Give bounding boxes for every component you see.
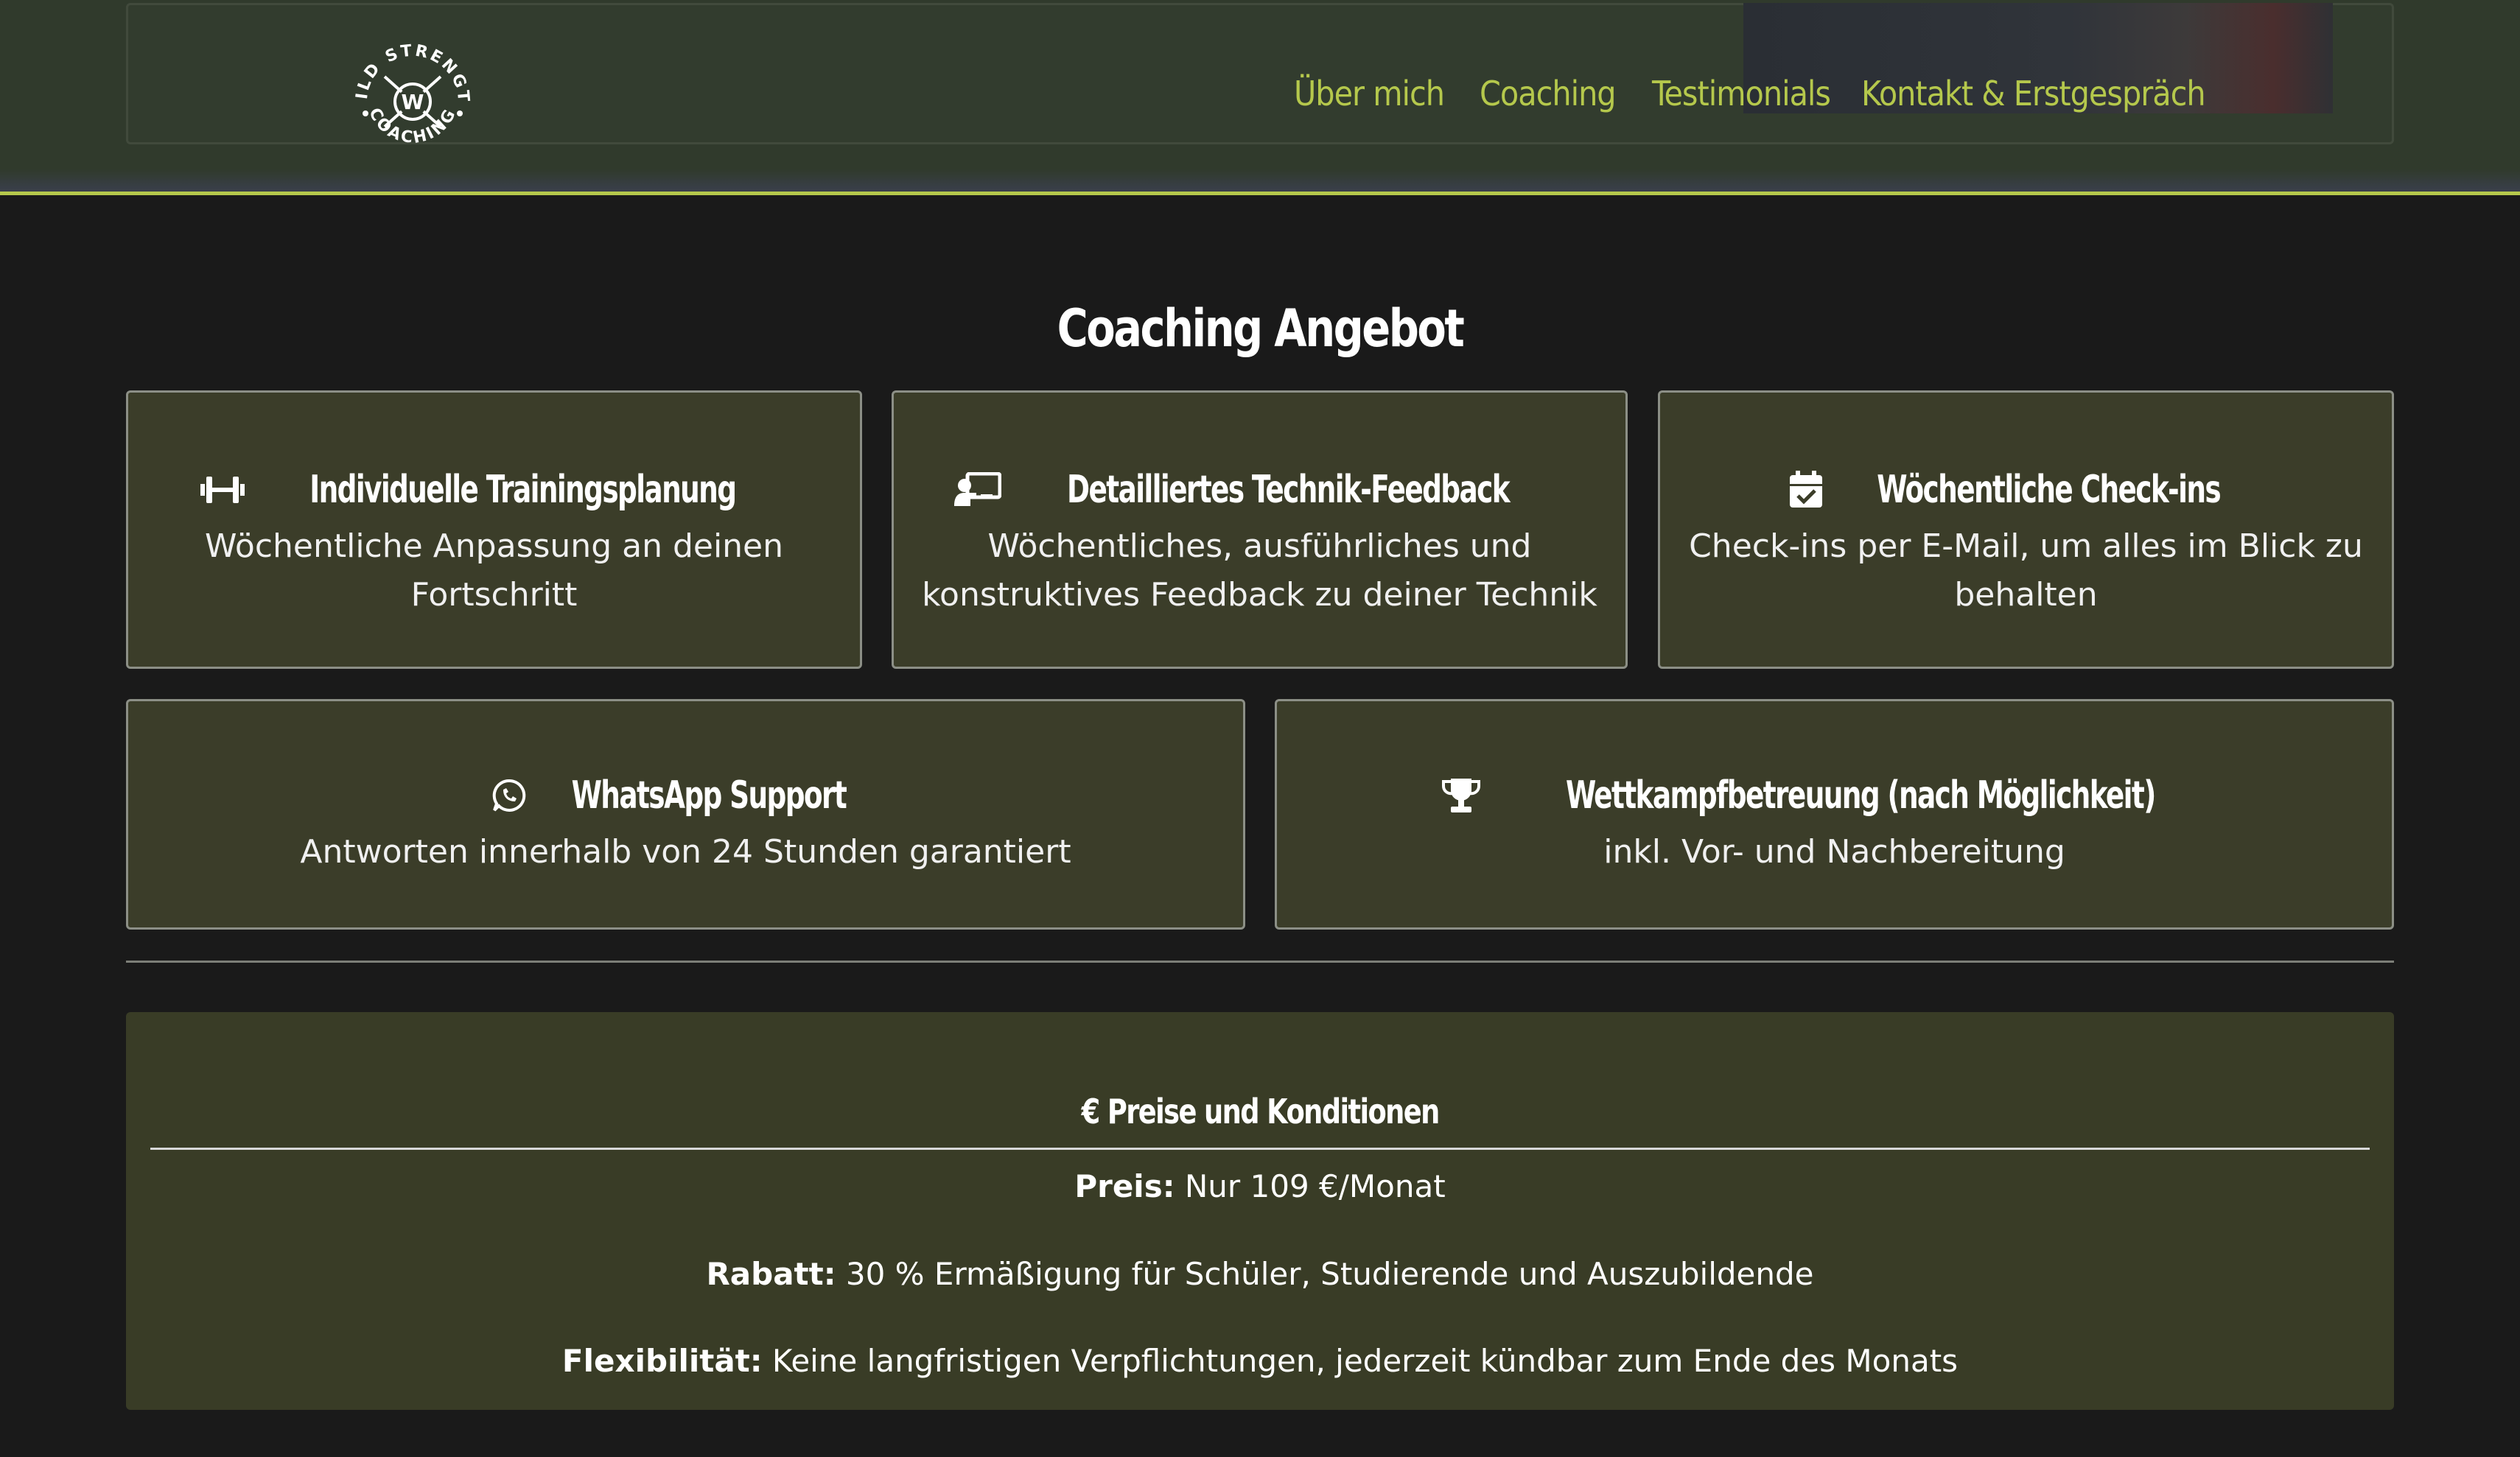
logo-icon: WILD STRENGTH COACHING W: [336, 17, 470, 147]
nav-link-kontakt[interactable]: Kontakt & Erstgespräch: [1861, 74, 2206, 125]
pricing-line-price: Preis: Nur 109 €/Monat: [126, 1168, 2394, 1204]
card-whatsapp-support: WhatsApp Support Antworten innerhalb von…: [126, 699, 1245, 930]
pricing-title: € Preise und Konditionen: [126, 1092, 2394, 1131]
card-title: Wöchentliche Check-ins: [1660, 468, 2392, 512]
site-logo[interactable]: WILD STRENGTH COACHING W: [336, 17, 479, 164]
pricing-divider: [150, 1148, 2370, 1150]
pricing-value: Nur 109 €/Monat: [1184, 1168, 1446, 1204]
site-header: WILD STRENGTH COACHING W Über mich Coach…: [0, 0, 2520, 195]
pricing-label: Rabatt:: [706, 1256, 836, 1292]
whatsapp-icon: [491, 778, 527, 813]
pricing-label: Flexibilität:: [561, 1343, 763, 1379]
pricing-line-discount: Rabatt: 30 % Ermäßigung für Schüler, Stu…: [126, 1256, 2394, 1292]
card-technique-feedback: Detailliertes Technik-Feedback Wöchentli…: [892, 390, 1628, 669]
card-competition-support: Wettkampfbetreuung (nach Möglichkeit) in…: [1275, 699, 2394, 930]
section-divider: [126, 961, 2394, 963]
header-shadow: [0, 169, 2520, 192]
card-description: inkl. Vor- und Nachbereitung: [1603, 833, 2065, 871]
pricing-title-text: € Preise und Konditionen: [1081, 1092, 1440, 1131]
card-title-text: Wettkampfbetreuung (nach Möglichkeit): [1565, 773, 2156, 818]
card-title: WhatsApp Support: [128, 773, 1243, 818]
trophy-icon: [1441, 777, 1482, 814]
card-title: Individuelle Trainingsplanung: [128, 468, 860, 512]
card-title-text: Detailliertes Technik-Feedback: [1067, 468, 1511, 512]
section-title: Coaching Angebot: [1057, 298, 1465, 359]
card-weekly-checkins: Wöchentliche Check-ins Check-ins per E-M…: [1658, 390, 2394, 669]
card-training-planning: Individuelle Trainingsplanung Wöchentlic…: [126, 390, 862, 669]
pricing-value: Keine langfristigen Verpflichtungen, jed…: [771, 1343, 1959, 1379]
card-description: Wöchentliche Anpassung an deinen Fortsch…: [204, 527, 784, 614]
card-title: Detailliertes Technik-Feedback: [894, 468, 1625, 512]
card-title-text: Wöchentliche Check-ins: [1877, 468, 2222, 512]
pricing-value: 30 % Ermäßigung für Schüler, Studierende…: [845, 1256, 1814, 1292]
chalkboard-teacher-icon: [954, 472, 1002, 508]
pricing-line-flexibility: Flexibilität: Keine langfristigen Verpfl…: [126, 1343, 2394, 1379]
svg-text:W: W: [402, 90, 424, 114]
card-title: Wettkampfbetreuung (nach Möglichkeit): [1277, 773, 2392, 818]
nav-link-testimonials[interactable]: Testimonials: [1652, 74, 1831, 125]
nav-link-coaching[interactable]: Coaching: [1480, 74, 1617, 125]
card-description: Antworten innerhalb von 24 Stunden garan…: [300, 833, 1071, 871]
card-description: Wöchentliches, ausführliches und konstru…: [922, 527, 1597, 614]
dumbbell-icon: [199, 472, 246, 508]
card-title-text: Individuelle Trainingsplanung: [309, 468, 737, 512]
pricing-label: Preis:: [1074, 1168, 1175, 1204]
card-description: Check-ins per E-Mail, um alles im Blick …: [1689, 527, 2363, 614]
nav-link-ueber-mich[interactable]: Über mich: [1294, 74, 1445, 125]
calendar-check-icon: [1788, 471, 1824, 509]
pricing-panel: € Preise und Konditionen Preis: Nur 109 …: [126, 1012, 2394, 1410]
card-title-text: WhatsApp Support: [571, 773, 847, 818]
